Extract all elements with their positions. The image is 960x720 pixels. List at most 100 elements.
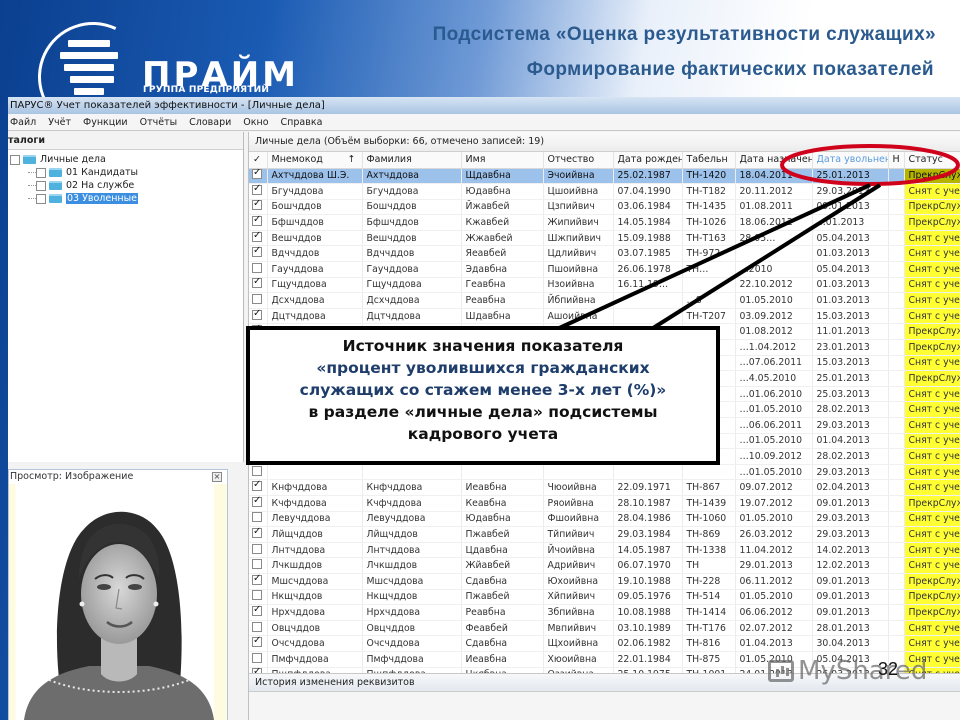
column-header[interactable]: Фамилия [362, 152, 462, 169]
table-row[interactable]: ЕфчддоваЕфчддоваИеавбнаТН-90701.08.20121… [249, 323, 960, 341]
column-header[interactable]: Дата рожден [613, 152, 683, 169]
tree-item-label[interactable]: 03 Уволенные [66, 193, 138, 204]
table-row[interactable]: …10.09.201228.02.2013 Снят с учета [249, 448, 960, 465]
tree-item-label[interactable]: Личные дела [40, 154, 106, 165]
tree-item-label[interactable]: 01 Кандидаты [66, 167, 138, 178]
window-titlebar[interactable]: ПАРУС® Учет показателей эффективности - … [8, 97, 960, 114]
cell-appointed: 18.04.2011 [735, 168, 813, 185]
row-checkbox[interactable] [252, 527, 262, 538]
row-checkbox[interactable] [252, 590, 262, 601]
row-checkbox[interactable] [252, 418, 262, 429]
row-checkbox[interactable] [252, 199, 262, 211]
row-checkbox[interactable] [252, 559, 262, 570]
menu-item[interactable]: Справка [279, 114, 329, 130]
tree-item-checkbox[interactable] [10, 154, 20, 165]
table-row[interactable]: ВешчддовВешчддовЖжавбейШжпийвич15.09.198… [249, 230, 960, 247]
tree-item-checkbox[interactable] [36, 167, 46, 178]
menu-item[interactable]: Файл [8, 114, 42, 130]
column-header[interactable]: Отчество [543, 152, 614, 169]
column-header[interactable]: Дата назначени [735, 152, 813, 169]
table-row[interactable]: Нкщчддов Нкщчддов Пжавбей Хйпийвич 09.05.197… [249, 589, 960, 606]
table-row[interactable]: КнфчддоваКнфчддоваИеавбнаЧюоийвна22.09.1… [249, 479, 960, 496]
row-checkbox[interactable] [252, 277, 262, 289]
row-checkbox[interactable] [252, 512, 262, 523]
table-row[interactable]: …01.05.201029.03.2013 Снят с учета [249, 464, 960, 481]
table-row[interactable]: …4.05.201025.01.2013 ПрекрСлужба [249, 370, 960, 387]
tree-item-checkbox[interactable] [36, 180, 46, 191]
table-row[interactable]: Ахтчддова Ш.Э.АхтчддоваЩдавбнаЭчоийвна25… [249, 168, 960, 185]
row-checkbox[interactable] [252, 652, 262, 663]
tree-item[interactable]: Личные дела [8, 153, 243, 166]
cell-tab [682, 464, 736, 481]
row-checkbox[interactable] [252, 434, 262, 445]
row-checkbox[interactable] [252, 573, 262, 585]
table-row[interactable]: ВдччддовВдччддовЯеавбейЦдлийвич03.07.198… [249, 245, 960, 263]
column-header[interactable]: Имя [461, 152, 544, 169]
column-header[interactable]: Дата увольнен [812, 152, 889, 169]
table-row[interactable]: Левучддова Левучддова Юдавбна Фшоийвна 28.04… [249, 511, 960, 528]
menu-item[interactable]: Отчёты [138, 114, 184, 130]
row-checkbox[interactable] [252, 403, 262, 414]
column-header[interactable]: Мнемокод ↑ [267, 152, 363, 169]
sort-ascending-icon[interactable]: ↑ [348, 154, 356, 165]
row-checkbox[interactable] [252, 308, 262, 320]
tree-item-checkbox[interactable] [36, 193, 46, 204]
tree-connector [28, 198, 36, 199]
tree-item-label[interactable]: 02 На службе [66, 180, 134, 191]
row-checkbox[interactable] [252, 621, 262, 632]
table-row[interactable]: МшсчддоваМшсчддоваСдавбнаЮхоийвна19.10.1… [249, 573, 960, 590]
row-checkbox[interactable] [252, 168, 262, 180]
table-row[interactable]: Пмфчддова Пмфчддова Иеавбна Хюоийвна 22.01.1… [249, 651, 960, 668]
row-checkbox[interactable] [252, 605, 262, 616]
row-checkbox[interactable] [252, 387, 262, 398]
row-checkbox[interactable] [252, 480, 262, 492]
row-checkbox[interactable] [252, 294, 262, 305]
table-row[interactable]: ДцтчддоваДцтчддоваШдавбнаАшоийвнаТН-Т207… [249, 308, 960, 325]
table-row[interactable]: …01.05.201028.02.2013 Снят с учета [249, 401, 960, 418]
column-header[interactable]: Статус [904, 152, 960, 169]
table-row[interactable]: ГщучддоваГщучддоваГеавбнаНзоийвна16.11.1… [249, 277, 960, 294]
row-checkbox[interactable] [252, 465, 262, 476]
row-checkbox[interactable] [252, 215, 262, 227]
row-checkbox[interactable] [252, 636, 262, 648]
menu-item[interactable]: Функции [81, 114, 134, 130]
column-header[interactable]: Н [888, 152, 905, 169]
column-header[interactable]: Табельн [682, 152, 736, 169]
row-checkbox[interactable] [252, 184, 262, 195]
menu-item[interactable]: Учёт [46, 114, 77, 130]
row-checkbox[interactable] [252, 449, 262, 460]
tree-item[interactable]: 02 На службе [8, 179, 243, 192]
row-checkbox[interactable] [252, 543, 262, 554]
table-row[interactable]: КчфчддоваКчфчддоваКеавбнаРяоийвна28.10.1… [249, 495, 960, 512]
tree-item[interactable]: 03 Уволенные [8, 192, 243, 205]
table-row[interactable]: …01.05.201001.04.2013 Снят с учета [249, 433, 960, 450]
row-checkbox[interactable] [252, 324, 262, 336]
table-row[interactable]: …07.06.201115.03.2013 Снят с учета [249, 355, 960, 372]
row-checkbox[interactable] [252, 356, 262, 367]
table-row[interactable]: Гаучддова Гаучддова Эдавбна Пшоийвна 26.06.1… [249, 261, 960, 278]
table-row[interactable]: ОчсчддоваОчсчддоваСдавбнаЩхоийвна02.06.1… [249, 635, 960, 652]
table-row[interactable]: БфшчддовБфшчддовКжавбейЖипийвич14.05.198… [249, 214, 960, 231]
table-row[interactable]: БошчддовБошчддовЙжавбейЦзпийвич03.06.198… [249, 199, 960, 216]
table-row[interactable]: …01.06.201025.03.2013 Снят с учета [249, 386, 960, 403]
menu-item[interactable]: Окно [241, 114, 274, 130]
table-row[interactable]: …06.06.201129.03.2013 Снят с учета [249, 417, 960, 434]
tree-item[interactable]: 01 Кандидаты [8, 166, 243, 179]
row-checkbox[interactable] [252, 340, 262, 351]
table-row[interactable]: …1.04.201223.01.2013 ПрекрСлужба [249, 339, 960, 356]
table-row[interactable]: Дсхчддова Дсхчддова Реавбна Йбпийвна …8 01.05… [249, 292, 960, 309]
table-row[interactable]: ЛйщчддовЛйщчддовПжавбейТйпийвич29.03.198… [249, 526, 960, 543]
row-checkbox[interactable] [252, 372, 262, 383]
menu-item[interactable]: Словари [187, 114, 237, 130]
row-checkbox[interactable] [252, 230, 262, 242]
table-row[interactable]: Овцчддов Овцчддов Феавбей Мвпийвич 03.10.198… [249, 620, 960, 637]
column-header[interactable]: ✓ [249, 152, 268, 169]
row-checkbox[interactable] [252, 262, 262, 273]
row-checkbox[interactable] [252, 495, 262, 507]
table-row[interactable]: БгучддоваБгучддоваЮдавбнаЦшоийвна07.04.1… [249, 183, 960, 200]
table-row[interactable]: Лнтчддова Лнтчддова Цдавбна Йчоийвна 14.05.1… [249, 542, 960, 559]
close-icon[interactable]: × [212, 472, 222, 482]
row-checkbox[interactable] [252, 246, 262, 258]
table-row[interactable]: Лчкшддов Лчкшддов Жйавбей Адрийвич 06.07.197… [249, 557, 960, 574]
table-row[interactable]: НрхчддоваНрхчддоваРеавбнаЗбпийвна10.08.1… [249, 604, 960, 621]
